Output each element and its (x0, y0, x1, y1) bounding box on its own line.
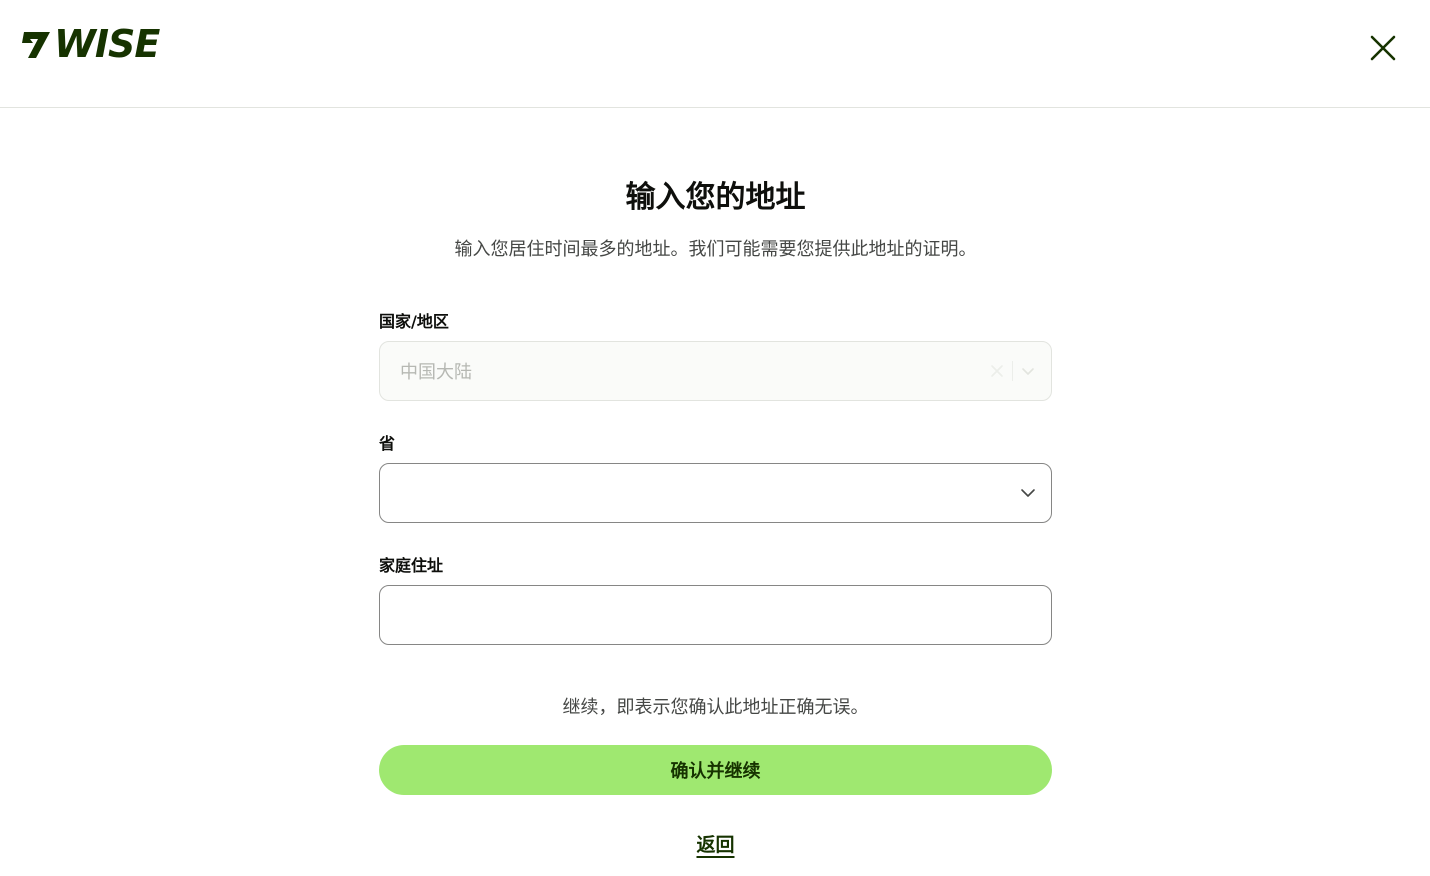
page-subtitle: 输入您居住时间最多的地址。我们可能需要您提供此地址的证明。 (454, 239, 977, 260)
confirm-continue-button[interactable]: 确认并继续 (379, 745, 1052, 795)
country-value: 中国大陆 (400, 362, 472, 383)
country-select-controls (988, 342, 1037, 400)
home-address-label: 家庭住址 (379, 556, 444, 575)
country-select[interactable]: 中国大陆 (379, 341, 1052, 401)
home-address-input-box (379, 585, 1052, 645)
close-button[interactable] (1364, 29, 1402, 67)
wise-logo[interactable]: WISE (18, 22, 160, 66)
clear-icon[interactable] (988, 362, 1006, 380)
logo-wordmark: WISE (54, 22, 160, 66)
province-select-controls (1019, 464, 1037, 522)
country-field: 国家/地区 中国大陆 (379, 310, 1052, 401)
back-link-wrapper: 返回 (379, 828, 1052, 863)
chevron-down-icon[interactable] (1019, 484, 1037, 502)
home-address-input[interactable] (380, 586, 1051, 644)
confirmation-notice: 继续，即表示您确认此地址正确无误。 (562, 697, 869, 718)
select-separator (1012, 361, 1013, 381)
province-select[interactable] (379, 463, 1052, 523)
address-form: 输入您的地址 输入您居住时间最多的地址。我们可能需要您提供此地址的证明。 国家/… (379, 170, 1052, 856)
top-header: WISE (0, 0, 1430, 108)
home-address-field: 家庭住址 (379, 554, 1052, 645)
wise-flag-icon (22, 32, 50, 58)
page-title: 输入您的地址 (625, 180, 806, 215)
province-label: 省 (379, 434, 396, 453)
page: WISE 输入您的地址 输入您居住时间最多的地址。我们可能需要您提供此地址的证明… (0, 0, 1430, 876)
country-label: 国家/地区 (379, 312, 449, 331)
back-link[interactable]: 返回 (696, 834, 734, 856)
chevron-down-icon[interactable] (1019, 362, 1037, 380)
province-field: 省 (379, 432, 1052, 523)
close-icon (1370, 35, 1396, 61)
